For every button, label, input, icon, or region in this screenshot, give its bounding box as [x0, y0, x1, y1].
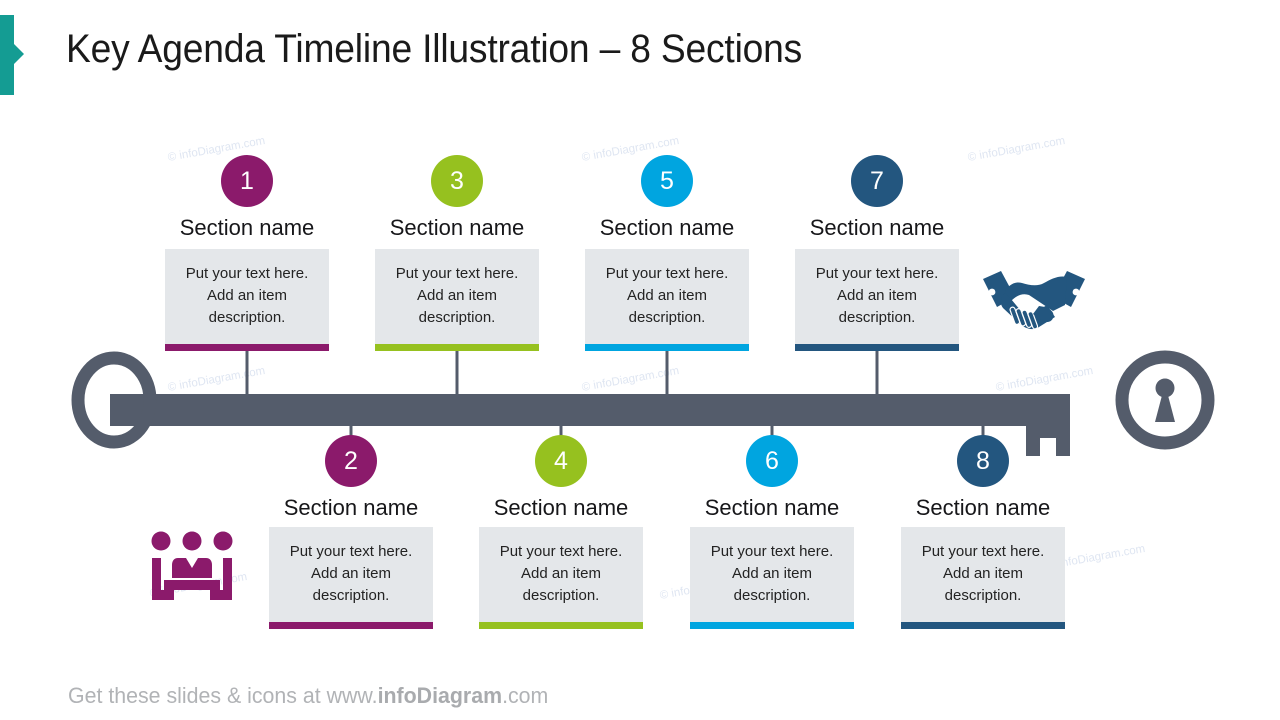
keyhole-icon [1113, 348, 1217, 457]
section-description-card[interactable]: Put your text here. Add an item descript… [479, 527, 643, 622]
section-description-card[interactable]: Put your text here. Add an item descript… [269, 527, 433, 622]
section-description-card[interactable]: Put your text here. Add an item descript… [901, 527, 1065, 622]
step-number-badge[interactable]: 4 [535, 435, 587, 487]
card-accent-bar [375, 344, 539, 351]
step-number-badge[interactable]: 7 [851, 155, 903, 207]
section-description-card[interactable]: Put your text here. Add an item descript… [165, 249, 329, 344]
footer-prefix: Get these slides & icons at www. [68, 683, 378, 708]
watermark-text: © infoDiagram.com [580, 364, 681, 394]
card-accent-bar [269, 622, 433, 629]
key-ring-head [71, 351, 157, 449]
accent-bar [0, 15, 14, 95]
card-accent-bar [901, 622, 1065, 629]
section-name-label: Section name [389, 215, 525, 240]
step-number-badge[interactable]: 2 [325, 435, 377, 487]
key-shaft [110, 394, 1070, 456]
footer-brand: infoDiagram [377, 683, 503, 708]
section-description-card[interactable]: Put your text here. Add an item descript… [795, 249, 959, 344]
card-accent-bar [165, 344, 329, 351]
step-number-badge[interactable]: 6 [746, 435, 798, 487]
meeting-people-icon [148, 528, 236, 621]
section-description-card[interactable]: Put your text here. Add an item descript… [375, 249, 539, 344]
handshake-icon [981, 263, 1087, 340]
step-number-badge[interactable]: 8 [957, 435, 1009, 487]
section-description-card[interactable]: Put your text here. Add an item descript… [690, 527, 854, 622]
section-name-label: Section name [179, 215, 315, 240]
section-description-card[interactable]: Put your text here. Add an item descript… [585, 249, 749, 344]
footer-suffix: .com [502, 683, 549, 708]
slide-canvas: Key Agenda Timeline Illustration – 8 Sec… [0, 0, 1280, 720]
step-number-badge[interactable]: 3 [431, 155, 483, 207]
watermark-text: © infoDiagram.com [994, 364, 1095, 394]
section-name-label: Section name [704, 495, 840, 520]
card-accent-bar [479, 622, 643, 629]
watermark-text: © infoDiagram.com [166, 364, 267, 394]
card-accent-bar [795, 344, 959, 351]
step-number-badge[interactable]: 5 [641, 155, 693, 207]
card-accent-bar [585, 344, 749, 351]
step-number-badge[interactable]: 1 [221, 155, 273, 207]
page-title: Key Agenda Timeline Illustration – 8 Sec… [66, 27, 803, 71]
watermark-text: © infoDiagram.com [966, 134, 1067, 164]
card-accent-bar [690, 622, 854, 629]
section-name-label: Section name [283, 495, 419, 520]
section-name-label: Section name [915, 495, 1051, 520]
section-name-label: Section name [809, 215, 945, 240]
section-name-label: Section name [599, 215, 735, 240]
accent-arrow-icon [13, 43, 24, 65]
footer-credit: Get these slides & icons at www.infoDiag… [68, 683, 548, 709]
section-name-label: Section name [493, 495, 629, 520]
